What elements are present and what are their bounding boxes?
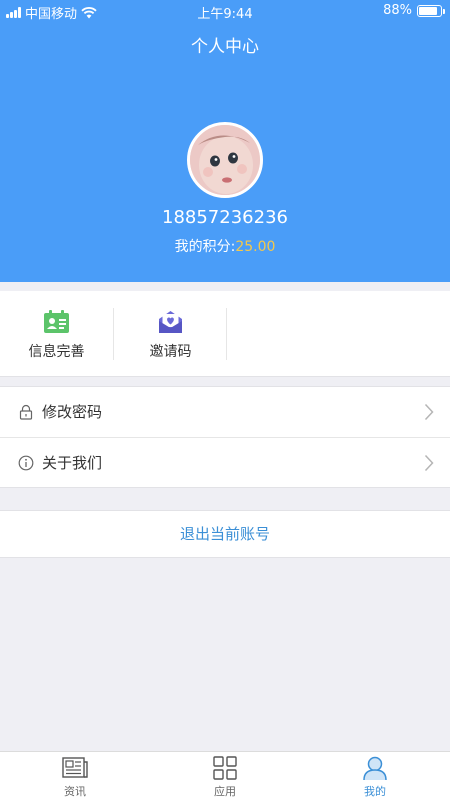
quick-action-profile-info[interactable]: 信息完善 [0, 291, 113, 377]
battery-icon [417, 4, 445, 17]
menu-item-change-password[interactable]: 修改密码 [0, 387, 450, 437]
settings-menu: 修改密码 关于我们 [0, 386, 450, 488]
quick-action-label: 邀请码 [149, 344, 192, 360]
logout-button[interactable]: 退出当前账号 [0, 510, 450, 558]
chevron-right-icon [424, 403, 434, 421]
tab-mine[interactable]: 我的 [300, 752, 450, 800]
news-icon [62, 757, 88, 778]
tab-label: 应用 [214, 785, 236, 798]
page-title: 个人中心 [191, 37, 259, 57]
status-bar: 中国移动 上午9:44 88% [0, 0, 450, 22]
points-value: 25.00 [235, 239, 276, 255]
quick-actions-panel: 信息完善 邀请码 [0, 291, 450, 377]
user-icon [363, 756, 387, 780]
quick-action-invite-code[interactable]: 邀请码 [114, 291, 227, 377]
points-label: 我的积分: [174, 239, 236, 255]
quick-action-label: 信息完善 [28, 344, 85, 360]
menu-item-label: 关于我们 [42, 454, 103, 472]
battery-fill [419, 6, 438, 15]
lock-icon [19, 404, 33, 420]
user-phone: 18857236236 [162, 207, 288, 228]
tab-label: 资讯 [64, 785, 86, 798]
envelope-heart-icon [159, 311, 182, 333]
divider [226, 308, 227, 360]
apps-grid-icon [213, 756, 237, 780]
menu-item-about-us[interactable]: 关于我们 [0, 437, 450, 487]
battery-percent: 88% [383, 3, 412, 18]
info-icon [18, 455, 34, 471]
menu-item-label: 修改密码 [42, 403, 103, 421]
avatar-photo [190, 125, 260, 195]
id-card-icon [44, 310, 69, 333]
tab-label: 我的 [364, 785, 386, 798]
status-right: 88% [383, 3, 445, 18]
points-line: 我的积分:25.00 [0, 236, 450, 256]
tab-news[interactable]: 资讯 [0, 752, 150, 800]
tab-bar: 资讯 应用 我的 [0, 751, 450, 800]
chevron-right-icon [424, 454, 434, 472]
profile-header: 中国移动 上午9:44 88% 个人中心 18857236236 我的积分:25… [0, 0, 450, 282]
avatar[interactable] [187, 122, 263, 198]
tab-apps[interactable]: 应用 [150, 752, 300, 800]
